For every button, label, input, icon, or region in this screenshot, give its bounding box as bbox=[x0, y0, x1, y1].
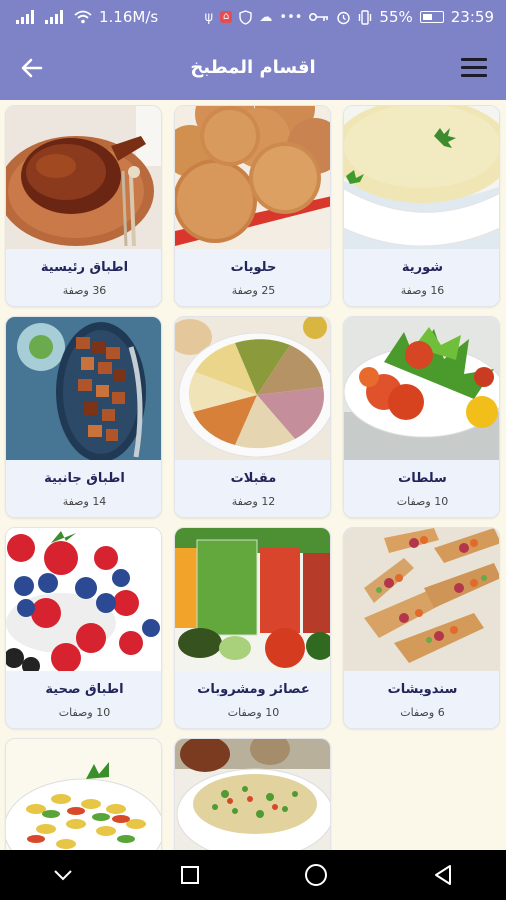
quinoa-image bbox=[175, 739, 330, 850]
signal-4g-icon bbox=[45, 10, 67, 24]
soup-image bbox=[344, 106, 499, 249]
nav-recents-icon bbox=[180, 866, 199, 884]
category-card-sandwiches[interactable]: سندويشات 6 وصفات bbox=[343, 527, 500, 729]
potatoes-image bbox=[6, 317, 161, 460]
category-card-soup[interactable]: شورية 16 وصفة bbox=[343, 105, 500, 307]
app-bar: اقسام المطبخ bbox=[0, 34, 506, 100]
roast-image bbox=[6, 106, 161, 249]
battery-icon bbox=[419, 11, 444, 23]
category-card-healthy[interactable]: اطباق صحية 10 وصفات bbox=[5, 527, 162, 729]
category-card-side-dishes[interactable]: اطباق جانبية 14 وصفة bbox=[5, 316, 162, 518]
recipe-count: 10 وصفات bbox=[58, 706, 111, 719]
category-card-salads[interactable]: سلطات 10 وصفات bbox=[343, 316, 500, 518]
recipe-count: 10 وصفات bbox=[227, 706, 280, 719]
category-card-quinoa[interactable] bbox=[174, 738, 331, 850]
recipe-count: 36 وصفة bbox=[62, 284, 107, 297]
recipe-count: 12 وصفة bbox=[231, 495, 276, 508]
juices-image bbox=[175, 528, 330, 671]
recipe-count: 14 وصفة bbox=[62, 495, 107, 508]
category-card-pasta[interactable] bbox=[5, 738, 162, 850]
appetizers-image bbox=[175, 317, 330, 460]
cloud-icon: ☁ bbox=[259, 9, 273, 25]
menu-button[interactable] bbox=[456, 50, 492, 84]
hamburger-menu-icon bbox=[461, 57, 487, 61]
battery-percent: 55% bbox=[379, 8, 413, 26]
recipe-count: 10 وصفات bbox=[396, 495, 449, 508]
category-card-main-dishes[interactable]: اطباق رئيسية 36 وصفة bbox=[5, 105, 162, 307]
system-nav-bar bbox=[0, 850, 506, 900]
back-button[interactable] bbox=[12, 48, 52, 88]
category-name: عصائر ومشروبات bbox=[197, 682, 310, 697]
category-name: اطباق جانبية bbox=[44, 471, 125, 486]
pasta-image bbox=[6, 739, 161, 850]
page-title: اقسام المطبخ bbox=[190, 56, 316, 78]
recipe-count: 25 وصفة bbox=[231, 284, 276, 297]
nav-collapse-icon bbox=[54, 870, 72, 881]
nav-home-button[interactable] bbox=[286, 855, 346, 895]
category-card-juices[interactable]: عصائر ومشروبات 10 وصفات bbox=[174, 527, 331, 729]
clock: 23:59 bbox=[450, 8, 494, 26]
more-icon: ••• bbox=[279, 9, 303, 25]
signal-icon bbox=[16, 10, 38, 24]
status-bar: 1.16M/s ψ ⌂ ☁ ••• 55% 23:59 bbox=[0, 0, 506, 34]
category-name: سلطات bbox=[398, 471, 447, 486]
nav-back-button[interactable] bbox=[413, 855, 473, 895]
category-card-appetizers[interactable]: مقبلات 12 وصفة bbox=[174, 316, 331, 518]
vibrate-icon bbox=[359, 9, 372, 25]
key-icon bbox=[309, 13, 329, 21]
wifi-icon bbox=[74, 10, 92, 24]
category-name: حلويات bbox=[230, 260, 277, 275]
network-speed: 1.16M/s bbox=[99, 8, 159, 26]
shield-icon bbox=[239, 9, 253, 25]
category-name: اطباق رئيسية bbox=[40, 260, 129, 275]
category-name: شورية bbox=[401, 260, 444, 275]
recipe-count: 6 وصفات bbox=[400, 706, 445, 719]
nav-back-icon bbox=[434, 865, 451, 885]
usb-icon: ψ bbox=[204, 9, 214, 25]
category-name: مقبلات bbox=[230, 471, 277, 486]
category-grid: شورية 16 وصفة حلويات 25 وصفة اطباق رئيسي… bbox=[4, 105, 502, 850]
cookies-image bbox=[175, 106, 330, 249]
category-card-desserts[interactable]: حلويات 25 وصفة bbox=[174, 105, 331, 307]
arrow-left-icon bbox=[21, 58, 43, 78]
salad-image bbox=[344, 317, 499, 460]
nav-recents-button[interactable] bbox=[160, 855, 220, 895]
sandwiches-image bbox=[344, 528, 499, 671]
category-name: اطباق صحية bbox=[45, 682, 124, 697]
nav-collapse-button[interactable] bbox=[33, 855, 93, 895]
berries-image bbox=[6, 528, 161, 671]
nav-home-icon bbox=[305, 864, 328, 886]
recipe-count: 16 وصفة bbox=[400, 284, 445, 297]
alarm-icon bbox=[337, 11, 351, 24]
notification-icon: ⌂ bbox=[220, 11, 233, 23]
category-name: سندويشات bbox=[387, 682, 458, 697]
